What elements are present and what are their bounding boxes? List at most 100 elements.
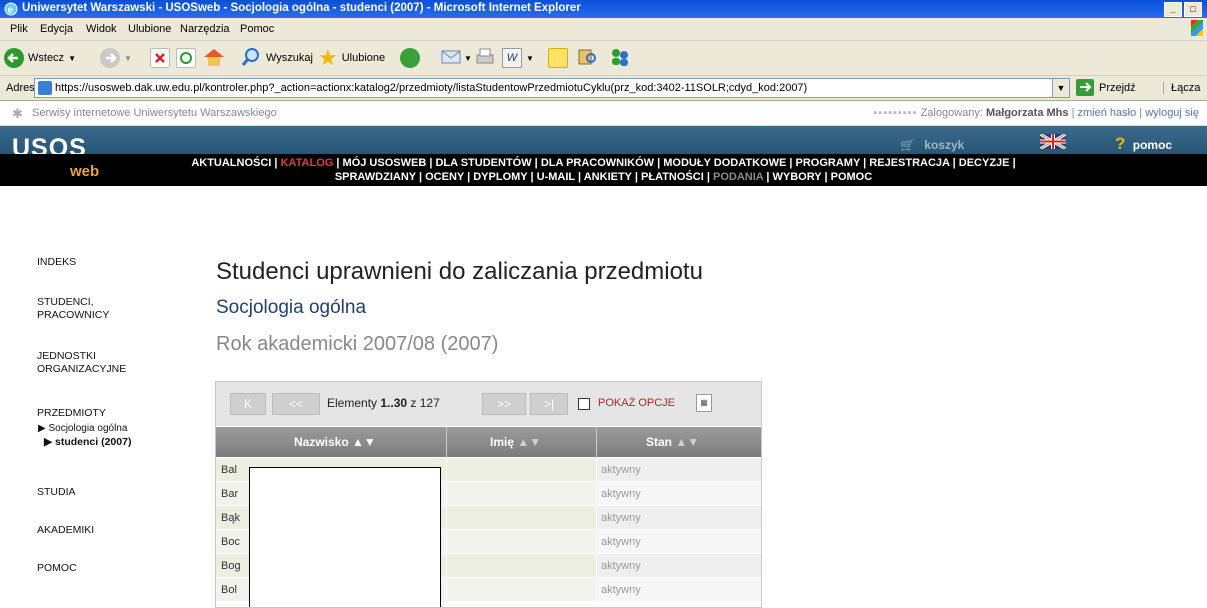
help-link[interactable]: ? pomoc <box>1115 134 1172 154</box>
address-bar: Adres https://usosweb.dak.uw.edu.pl/kont… <box>0 76 1207 101</box>
sort-arrows-icon[interactable]: ▲▼ <box>352 435 376 449</box>
mail-button[interactable]: ▼ <box>440 47 472 69</box>
stop-icon <box>150 48 170 68</box>
column-name[interactable]: Imię ▲▼ <box>490 435 541 449</box>
nav-line-2: SPRAWDZIANY | OCENY | DYPLOMY | U-MAIL |… <box>0 171 1207 183</box>
links-button[interactable]: Łącza <box>1163 82 1200 94</box>
home-icon <box>202 46 226 71</box>
nav-item-sprawdziany[interactable]: SPRAWDZIANY <box>335 171 416 183</box>
nav-item-dla-pracowników[interactable]: DLA PRACOWNIKÓW <box>541 157 654 169</box>
menu-widok[interactable]: Widok <box>86 23 117 35</box>
nav-item-wybory[interactable]: WYBORY <box>773 171 822 183</box>
export-excel-icon[interactable]: ▦ <box>696 394 712 412</box>
windows-flag-icon <box>1191 20 1203 36</box>
nav-item-oceny[interactable]: OCENY <box>425 171 464 183</box>
window-title-bar: e Uniwersytet Warszawski - USOSweb - Soc… <box>0 0 1207 18</box>
nav-separator: | <box>786 157 796 169</box>
refresh-button[interactable] <box>176 47 196 69</box>
sidebar-item-studia[interactable]: STUDIA <box>37 486 76 499</box>
nav-item-aktualności[interactable]: AKTUALNOŚCI <box>191 157 271 169</box>
sidebar-item-jednostki[interactable]: JEDNOSTKI ORGANIZACYJNE <box>37 350 126 376</box>
menu-plik[interactable]: Plik <box>10 23 28 35</box>
research-button[interactable] <box>576 47 598 69</box>
cart-link[interactable]: 🛒 koszyk <box>900 138 964 152</box>
first-page-button[interactable]: K <box>230 393 266 415</box>
nav-separator: | <box>763 171 773 183</box>
nav-separator: | <box>271 157 281 169</box>
address-dropdown-icon[interactable]: ▼ <box>1052 79 1069 97</box>
home-button[interactable] <box>202 47 226 69</box>
sidebar-subitem-studenci-2007[interactable]: ▶ studenci (2007) <box>44 436 131 449</box>
cell-surname[interactable]: Bar <box>221 488 238 500</box>
nav-item-programy[interactable]: PROGRAMY <box>796 157 861 169</box>
notes-button[interactable] <box>548 47 568 69</box>
english-flag-icon[interactable] <box>1039 132 1067 151</box>
nav-item-dyplomy[interactable]: DYPLOMY <box>473 171 527 183</box>
minimize-button[interactable]: _ <box>1164 2 1182 17</box>
logout-link[interactable]: wyloguj się <box>1145 107 1199 119</box>
stop-button[interactable] <box>150 47 170 69</box>
menu-narzedzia[interactable]: Narzędzia <box>180 23 230 35</box>
sidebar-item-pomoc[interactable]: POMOC <box>37 562 77 575</box>
maximize-button[interactable]: □ <box>1184 2 1202 17</box>
last-page-button[interactable]: >| <box>530 393 568 415</box>
cell-surname[interactable]: Bol <box>221 584 237 596</box>
cell-surname[interactable]: Bąk <box>221 512 240 524</box>
messenger-button[interactable] <box>608 47 632 69</box>
sidebar-item-akademiki[interactable]: AKADEMIKI <box>37 524 94 537</box>
sidebar-item-indeks[interactable]: INDEKS <box>37 256 76 269</box>
university-bar: ✱ Serwisy internetowe Uniwersytetu Warsz… <box>0 101 1207 126</box>
nav-separator: | <box>574 171 584 183</box>
go-button[interactable]: Przejdź <box>1099 82 1136 94</box>
cell-status: aktywny <box>601 536 641 548</box>
nav-item-decyzje[interactable]: DECYZJE <box>959 157 1010 169</box>
sort-arrows-icon[interactable]: ▲▼ <box>517 435 541 449</box>
nav-separator: | <box>531 157 541 169</box>
nav-item-katalog[interactable]: KATALOG <box>281 157 334 169</box>
research-icon <box>576 46 598 71</box>
nav-item-dla-studentów[interactable]: DLA STUDENTÓW <box>435 157 531 169</box>
cell-surname[interactable]: Bal <box>221 464 237 476</box>
nav-item-rejestracja[interactable]: REJESTRACJA <box>869 157 949 169</box>
nav-item-podania[interactable]: PODANIA <box>713 171 763 183</box>
back-button[interactable]: Wstecz ▼ <box>4 47 76 69</box>
sidebar-item-studenci[interactable]: STUDENCI, PRACOWNICY <box>37 296 109 322</box>
university-services-link[interactable]: Serwisy internetowe Uniwersytetu Warszaw… <box>32 107 277 119</box>
pager: K << Elementy 1..30 z 127 >> >| POKAŻ OP… <box>216 382 761 426</box>
sidebar-item-przedmioty[interactable]: PRZEDMIOTY <box>37 407 106 420</box>
next-page-button[interactable]: >> <box>482 393 526 415</box>
prev-page-button[interactable]: << <box>272 393 320 415</box>
show-options-label[interactable]: POKAŻ OPCJE <box>598 397 675 409</box>
column-divider <box>446 427 447 457</box>
history-icon <box>400 48 420 68</box>
print-button[interactable] <box>474 47 496 69</box>
favorites-button[interactable]: ★ Ulubione <box>318 47 385 69</box>
menu-ulubione[interactable]: Ulubione <box>128 23 171 35</box>
nav-item-pomoc[interactable]: POMOC <box>831 171 873 183</box>
sidebar-subitem-socjologia[interactable]: ▶ Socjologia ogólna <box>38 422 127 435</box>
sort-arrows-icon[interactable]: ▲▼ <box>675 435 699 449</box>
cell-surname[interactable]: Bog <box>221 560 241 572</box>
go-arrow-icon[interactable] <box>1076 79 1094 96</box>
nav-item-moduły-dodatkowe[interactable]: MODUŁY DODATKOWE <box>663 157 786 169</box>
cell-surname[interactable]: Boc <box>221 536 240 548</box>
edit-button[interactable]: W ▼ <box>502 47 534 69</box>
nav-item-ankiety[interactable]: ANKIETY <box>584 171 632 183</box>
history-button[interactable] <box>400 47 420 69</box>
menu-pomoc[interactable]: Pomoc <box>240 23 274 35</box>
forward-button[interactable]: ▼ <box>100 47 132 69</box>
search-button[interactable]: Wyszukaj <box>240 47 313 69</box>
show-options-checkbox[interactable] <box>578 398 590 410</box>
column-surname[interactable]: Nazwisko ▲▼ <box>294 435 376 449</box>
nav-item-płatności[interactable]: PŁATNOŚCI <box>641 171 704 183</box>
menu-edycja[interactable]: Edycja <box>40 23 73 35</box>
nav-item-u-mail[interactable]: U-MAIL <box>537 171 575 183</box>
nav-separator: | <box>654 157 664 169</box>
nav-separator: | <box>821 171 831 183</box>
address-input[interactable]: https://usosweb.dak.uw.edu.pl/kontroler.… <box>34 78 1070 98</box>
change-password-link[interactable]: zmień hasło <box>1078 107 1137 119</box>
cell-status: aktywny <box>601 464 641 476</box>
nav-item-mój-usosweb[interactable]: MÓJ USOSWEB <box>343 157 427 169</box>
mail-icon <box>440 47 464 70</box>
column-status[interactable]: Stan ▲▼ <box>646 435 699 449</box>
